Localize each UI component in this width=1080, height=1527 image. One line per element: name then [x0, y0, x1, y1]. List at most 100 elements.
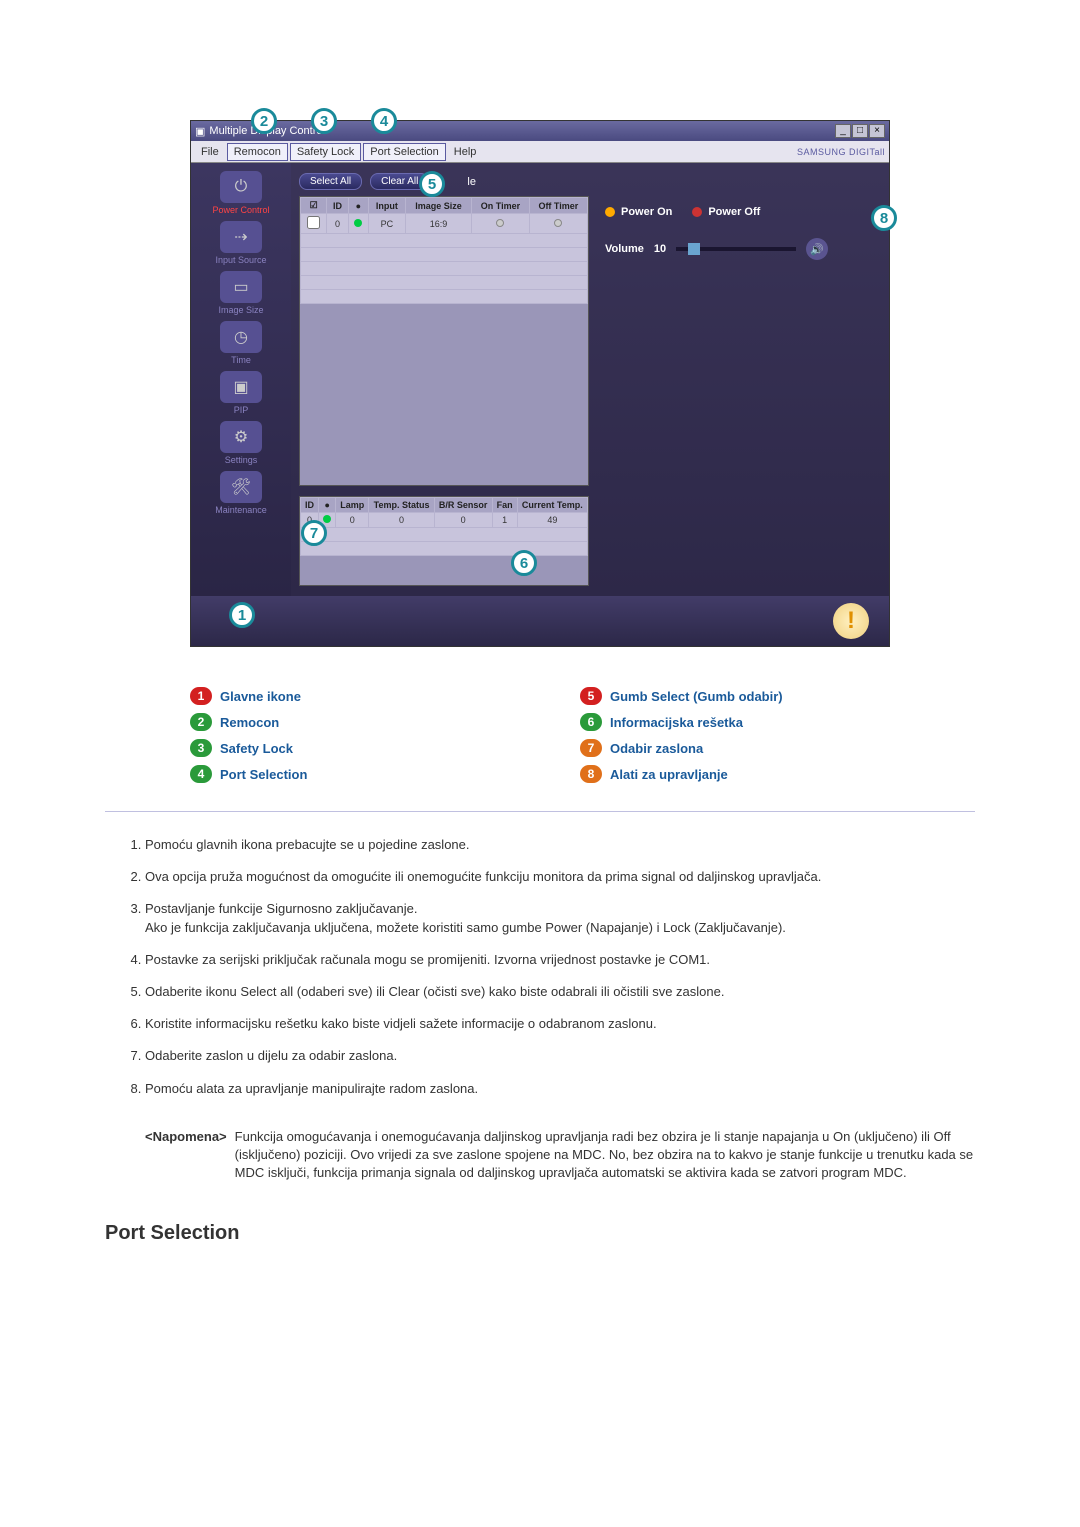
sidebar-label-input: Input Source [215, 255, 266, 265]
legend-item-6: 6 Informacijska rešetka [580, 713, 890, 731]
grid1-row[interactable]: 0 PC 16:9 [301, 214, 588, 234]
sidebar-label-maintenance: Maintenance [215, 505, 267, 515]
menu-file[interactable]: File [195, 144, 225, 160]
legend-badge-7: 7 [580, 739, 602, 757]
volume-control: Volume 10 🔊 [605, 238, 871, 260]
grid1-h-input: Input [368, 198, 405, 214]
menubar: File Remocon Safety Lock Port Selection … [191, 141, 889, 163]
sidebar-input-source[interactable]: ⇢ Input Source [201, 221, 281, 265]
desc-7: Odaberite zaslon u dijelu za odabir zasl… [145, 1047, 975, 1065]
power-on-dot-icon [605, 207, 615, 217]
sidebar-label-time: Time [231, 355, 251, 365]
sidebar-label-settings: Settings [225, 455, 258, 465]
main-panel: Select All Clear All le ☑ ID ● Input Ima… [291, 163, 889, 596]
grid1-h-id: ID [327, 198, 348, 214]
power-on-label: Power On [621, 206, 672, 218]
sidebar-settings[interactable]: ⚙ Settings [201, 421, 281, 465]
app-window: 2 3 4 5 8 6 7 1 ▣ Multiple Display Contr… [190, 120, 890, 647]
row-checkbox[interactable] [307, 216, 320, 229]
settings-icon: ⚙ [220, 421, 262, 453]
grid2-h-id: ID [301, 498, 319, 513]
row-input: PC [368, 214, 405, 234]
legend-text-3: Safety Lock [220, 741, 293, 756]
legend-badge-2: 2 [190, 713, 212, 731]
grid2-h-fan: Fan [492, 498, 517, 513]
callout-6: 6 [511, 550, 537, 576]
volume-value: 10 [654, 243, 666, 255]
grid1-h-ontimer: On Timer [472, 198, 530, 214]
legend-badge-6: 6 [580, 713, 602, 731]
time-icon: ◷ [220, 321, 262, 353]
minimize-button[interactable]: _ [835, 124, 851, 138]
desc-5: Odaberite ikonu Select all (odaberi sve)… [145, 983, 975, 1001]
menu-port-selection[interactable]: Port Selection [363, 143, 445, 161]
legend-text-2: Remocon [220, 715, 279, 730]
maximize-button[interactable]: □ [852, 124, 868, 138]
sidebar-label-image-size: Image Size [218, 305, 263, 315]
status-dot-icon [354, 219, 362, 227]
legend: 1 Glavne ikone 2 Remocon 3 Safety Lock 4… [190, 687, 890, 791]
power-on-button[interactable]: Power On [605, 206, 672, 218]
info-grid: ID ● Lamp Temp. Status B/R Sensor Fan Cu… [299, 496, 589, 586]
grid2-row: 0 0 0 0 1 49 [301, 513, 588, 528]
row-size: 16:9 [405, 214, 471, 234]
note-label: <Napomena> [145, 1128, 227, 1183]
brand-logo: SAMSUNG DIGITall [797, 147, 885, 157]
grid1-h-offtimer: Off Timer [529, 198, 587, 214]
row-id: 0 [327, 214, 348, 234]
legend-item-8: 8 Alati za upravljanje [580, 765, 890, 783]
close-button[interactable]: × [869, 124, 885, 138]
sidebar-image-size[interactable]: ▭ Image Size [201, 271, 281, 315]
grid1-h-size: Image Size [405, 198, 471, 214]
grid2-h-curtemp: Current Temp. [517, 498, 587, 513]
sidebar-time[interactable]: ◷ Time [201, 321, 281, 365]
volume-slider-thumb[interactable] [688, 243, 700, 255]
callout-3: 3 [311, 108, 337, 134]
maintenance-icon: 🛠 [220, 471, 262, 503]
callout-2: 2 [251, 108, 277, 134]
legend-badge-3: 3 [190, 739, 212, 757]
sidebar-pip[interactable]: ▣ PIP [201, 371, 281, 415]
note-block: <Napomena> Funkcija omogućavanja i onemo… [105, 1128, 975, 1183]
divider [105, 811, 975, 812]
description-list: Pomoću glavnih ikona prebacujte se u poj… [105, 836, 975, 1098]
legend-text-7: Odabir zaslona [610, 741, 703, 756]
legend-item-5: 5 Gumb Select (Gumb odabir) [580, 687, 890, 705]
legend-badge-8: 8 [580, 765, 602, 783]
sidebar: ⏻ Power Control ⇢ Input Source ▭ Image S… [191, 163, 291, 596]
selection-grid[interactable]: ☑ ID ● Input Image Size On Timer Off Tim… [299, 196, 589, 486]
power-off-button[interactable]: Power Off [692, 206, 760, 218]
legend-text-6: Informacijska rešetka [610, 715, 743, 730]
callout-8: 8 [871, 205, 897, 231]
legend-item-3: 3 Safety Lock [190, 739, 500, 757]
input-icon: ⇢ [220, 221, 262, 253]
app-body: ⏻ Power Control ⇢ Input Source ▭ Image S… [191, 163, 889, 596]
power-off-dot-icon [692, 207, 702, 217]
grid2-h-tempstatus: Temp. Status [369, 498, 434, 513]
legend-item-7: 7 Odabir zaslona [580, 739, 890, 757]
menu-safety-lock[interactable]: Safety Lock [290, 143, 361, 161]
sidebar-maintenance[interactable]: 🛠 Maintenance [201, 471, 281, 515]
grid2-h-br: B/R Sensor [434, 498, 492, 513]
window-icon: ▣ [195, 125, 205, 138]
menu-help[interactable]: Help [448, 144, 483, 160]
window-controls: _ □ × [835, 124, 885, 138]
legend-item-1: 1 Glavne ikone [190, 687, 500, 705]
legend-text-1: Glavne ikone [220, 689, 301, 704]
desc-3: Postavljanje funkcije Sigurnosno zaključ… [145, 900, 975, 936]
window-title: Multiple Display Control [209, 125, 835, 137]
speaker-icon: 🔊 [806, 238, 828, 260]
sidebar-power-control[interactable]: ⏻ Power Control [201, 171, 281, 215]
menu-remocon[interactable]: Remocon [227, 143, 288, 161]
volume-slider[interactable] [676, 247, 796, 251]
section-title: Port Selection [105, 1222, 975, 1245]
callout-5: 5 [419, 171, 445, 197]
warning-icon: ! [833, 603, 869, 639]
grid2-h-status: ● [319, 498, 336, 513]
legend-badge-4: 4 [190, 765, 212, 783]
desc-8: Pomoću alata za upravljanje manipulirajt… [145, 1080, 975, 1098]
select-all-button[interactable]: Select All [299, 173, 362, 190]
image-size-icon: ▭ [220, 271, 262, 303]
titlebar: ▣ Multiple Display Control _ □ × [191, 121, 889, 141]
g2-br: 0 [434, 513, 492, 528]
